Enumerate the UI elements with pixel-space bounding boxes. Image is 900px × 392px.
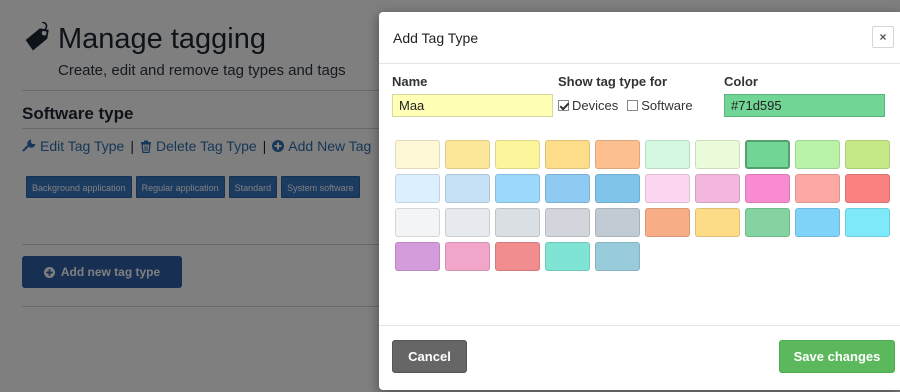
color-swatch[interactable] [495,174,540,203]
color-swatch[interactable] [845,140,890,169]
color-swatch[interactable] [845,208,890,237]
name-input[interactable] [392,94,553,117]
cancel-button[interactable]: Cancel [392,340,467,373]
color-swatch[interactable] [595,174,640,203]
devices-checkbox[interactable] [558,100,569,111]
software-label: Software [641,98,693,113]
close-button[interactable]: × [872,26,894,48]
name-label: Name [392,74,428,89]
color-swatch[interactable] [795,174,840,203]
color-swatch[interactable] [395,242,440,271]
color-input[interactable] [724,94,885,117]
color-swatch[interactable] [395,140,440,169]
color-swatch[interactable] [445,174,490,203]
color-swatch[interactable] [545,208,590,237]
color-label: Color [724,74,758,89]
color-swatch[interactable] [645,140,690,169]
color-swatch[interactable] [495,140,540,169]
color-swatch[interactable] [595,208,640,237]
color-swatch[interactable] [695,174,740,203]
color-swatch[interactable] [645,174,690,203]
color-swatch[interactable] [695,208,740,237]
color-swatch[interactable] [495,242,540,271]
color-swatch[interactable] [595,140,640,169]
show-tag-type-label: Show tag type for [558,74,668,89]
color-swatch[interactable] [445,208,490,237]
show-tag-type-options: Devices Software [558,98,693,113]
color-swatch[interactable] [545,242,590,271]
dialog-footer: Cancel Save changes [379,325,900,390]
add-tag-type-dialog: Add Tag Type × Name Show tag type for De… [379,12,900,390]
color-swatch[interactable] [795,140,840,169]
color-swatch[interactable] [845,174,890,203]
color-swatch[interactable] [545,174,590,203]
color-swatch[interactable] [595,242,640,271]
color-swatch[interactable] [445,140,490,169]
devices-label: Devices [572,98,619,113]
color-swatch[interactable] [395,208,440,237]
color-swatch[interactable] [695,140,740,169]
save-changes-button[interactable]: Save changes [779,340,895,373]
color-swatch[interactable] [795,208,840,237]
color-swatch[interactable] [545,140,590,169]
color-swatch[interactable] [745,208,790,237]
color-swatch[interactable] [745,174,790,203]
dialog-header: Add Tag Type × [379,12,900,64]
color-swatch[interactable] [445,242,490,271]
color-swatch[interactable] [645,208,690,237]
color-swatch[interactable] [495,208,540,237]
color-swatch[interactable] [395,174,440,203]
software-checkbox[interactable] [627,100,639,111]
color-swatch[interactable] [745,140,790,169]
dialog-title: Add Tag Type [393,30,479,46]
